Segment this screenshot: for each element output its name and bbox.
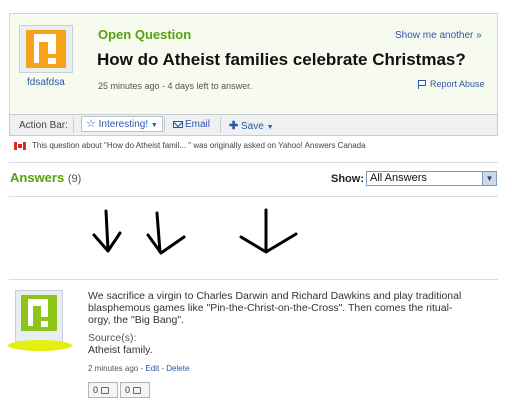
answers-filter-select[interactable]: All Answers ▼ xyxy=(366,171,497,186)
delete-link[interactable]: Delete xyxy=(166,364,189,373)
down-arrow-icon xyxy=(92,209,122,253)
asker-name-link[interactable]: fdsafdsa xyxy=(27,77,65,88)
interesting-button[interactable]: ☆ Interesting! ▼ xyxy=(81,116,163,132)
save-label: Save xyxy=(241,121,264,132)
save-button[interactable]: ✚ Save ▼ xyxy=(229,119,274,132)
yahoo-exclamation-icon xyxy=(21,295,57,331)
show-filter-label: Show: xyxy=(331,173,364,185)
name-highlight xyxy=(8,340,72,351)
down-arrow-icon xyxy=(239,208,298,254)
answer-meta: 2 minutes ago - Edit - Delete xyxy=(88,364,190,373)
answers-count: (9) xyxy=(67,173,82,185)
divider xyxy=(9,196,498,197)
divider xyxy=(9,279,498,280)
question-title: How do Atheist families celebrate Christ… xyxy=(97,50,466,69)
canada-flag-icon xyxy=(14,141,26,150)
divider xyxy=(164,117,165,133)
chevron-down-icon: ▼ xyxy=(266,124,274,131)
edit-link[interactable]: Edit xyxy=(145,364,159,373)
star-icon: ☆ xyxy=(86,118,96,130)
chevron-down-icon: ▼ xyxy=(482,172,496,185)
report-abuse-label: Report Abuse xyxy=(430,79,485,89)
chevron-down-icon: ▼ xyxy=(150,122,158,129)
interesting-label: Interesting! xyxy=(98,119,149,130)
answer-text: We sacrifice a virgin to Charles Darwin … xyxy=(88,290,462,326)
divider xyxy=(9,162,498,163)
answers-filter-value: All Answers xyxy=(370,172,427,184)
question-status-label: Open Question xyxy=(98,27,192,42)
asker-avatar[interactable] xyxy=(19,25,73,73)
source-text: Atheist family. xyxy=(88,344,153,356)
action-bar-label: Action Bar: xyxy=(19,120,68,131)
thumbs-up-button[interactable]: 0 xyxy=(88,382,118,398)
question-meta: 25 minutes ago - 4 days left to answer. xyxy=(98,81,253,91)
thumbs-up-icon xyxy=(101,387,110,395)
answerer-avatar[interactable] xyxy=(15,290,63,342)
thumbs-down-icon xyxy=(133,387,142,395)
answers-heading-label: Answers xyxy=(10,170,65,185)
thumbs-down-button[interactable]: 0 xyxy=(120,382,150,398)
divider xyxy=(73,117,74,133)
origin-notice: This question about "How do Atheist fami… xyxy=(14,141,366,150)
yahoo-exclamation-icon xyxy=(26,30,66,68)
divider xyxy=(220,117,221,133)
envelope-icon xyxy=(173,120,183,128)
down-arrow-icon xyxy=(146,211,186,255)
plus-icon: ✚ xyxy=(229,120,239,132)
report-abuse-link[interactable]: Report Abuse xyxy=(418,79,485,90)
thumbs-down-count: 0 xyxy=(125,385,131,395)
answer-time: 2 minutes ago xyxy=(88,364,139,373)
flag-icon xyxy=(418,80,427,90)
show-another-link[interactable]: Show me another » xyxy=(395,30,482,41)
email-label: Email xyxy=(185,119,211,130)
hand-drawn-arrows xyxy=(92,208,298,255)
thumbs-up-count: 0 xyxy=(93,385,99,395)
email-button[interactable]: Email xyxy=(173,119,210,130)
sources-label: Source(s): xyxy=(88,332,137,344)
origin-notice-text: This question about "How do Atheist fami… xyxy=(32,141,366,150)
answers-heading: Answers (9) xyxy=(10,170,81,185)
